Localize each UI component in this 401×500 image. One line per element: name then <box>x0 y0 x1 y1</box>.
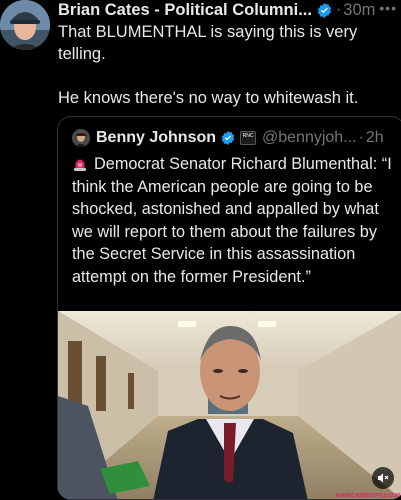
author-name[interactable]: Brian Cates - Political Columni... <box>58 1 312 20</box>
quoted-video[interactable]: AMERICASBESTPICS.COM <box>58 311 401 499</box>
quoted-post-header: Benny Johnson RNC @bennyjoh... · 2h <box>72 129 384 147</box>
separator-dot: · <box>335 1 342 18</box>
post[interactable]: Brian Cates - Political Columni... · 30m… <box>0 0 401 500</box>
quoted-author-handle: @bennyjoh... <box>262 129 357 146</box>
speaker-muted-icon <box>378 473 389 483</box>
quoted-author-avatar <box>72 129 90 147</box>
post-time[interactable]: 30m <box>343 1 375 20</box>
quoted-post-time: 2h <box>365 129 384 146</box>
watermark: AMERICASBESTPICS.COM <box>335 493 400 499</box>
mute-button[interactable] <box>372 467 394 489</box>
separator-dot: · <box>358 129 364 146</box>
verified-badge-icon <box>221 131 235 145</box>
post-text: That BLUMENTHAL is saying this is very t… <box>58 21 388 109</box>
quoted-post-text: Democrat Senator Richard Blumenthal: “I … <box>72 153 392 288</box>
quoted-post-body: Democrat Senator Richard Blumenthal: “I … <box>72 155 392 286</box>
author-avatar[interactable] <box>0 0 50 50</box>
post-text-line: He knows there's no way to whitewash it. <box>58 89 359 107</box>
siren-icon <box>74 159 86 171</box>
post-header: Brian Cates - Political Columni... · 30m <box>58 0 401 20</box>
post-text-line: That BLUMENTHAL is saying this is very t… <box>58 23 358 63</box>
affiliation-badge-icon: RNC <box>240 131 257 145</box>
video-frame <box>58 311 401 499</box>
more-horizontal-icon[interactable]: ••• <box>379 0 397 16</box>
quoted-author-name: Benny Johnson <box>96 129 217 146</box>
verified-badge-icon <box>317 2 332 18</box>
quoted-post[interactable]: Benny Johnson RNC @bennyjoh... · 2h Demo… <box>57 116 401 500</box>
